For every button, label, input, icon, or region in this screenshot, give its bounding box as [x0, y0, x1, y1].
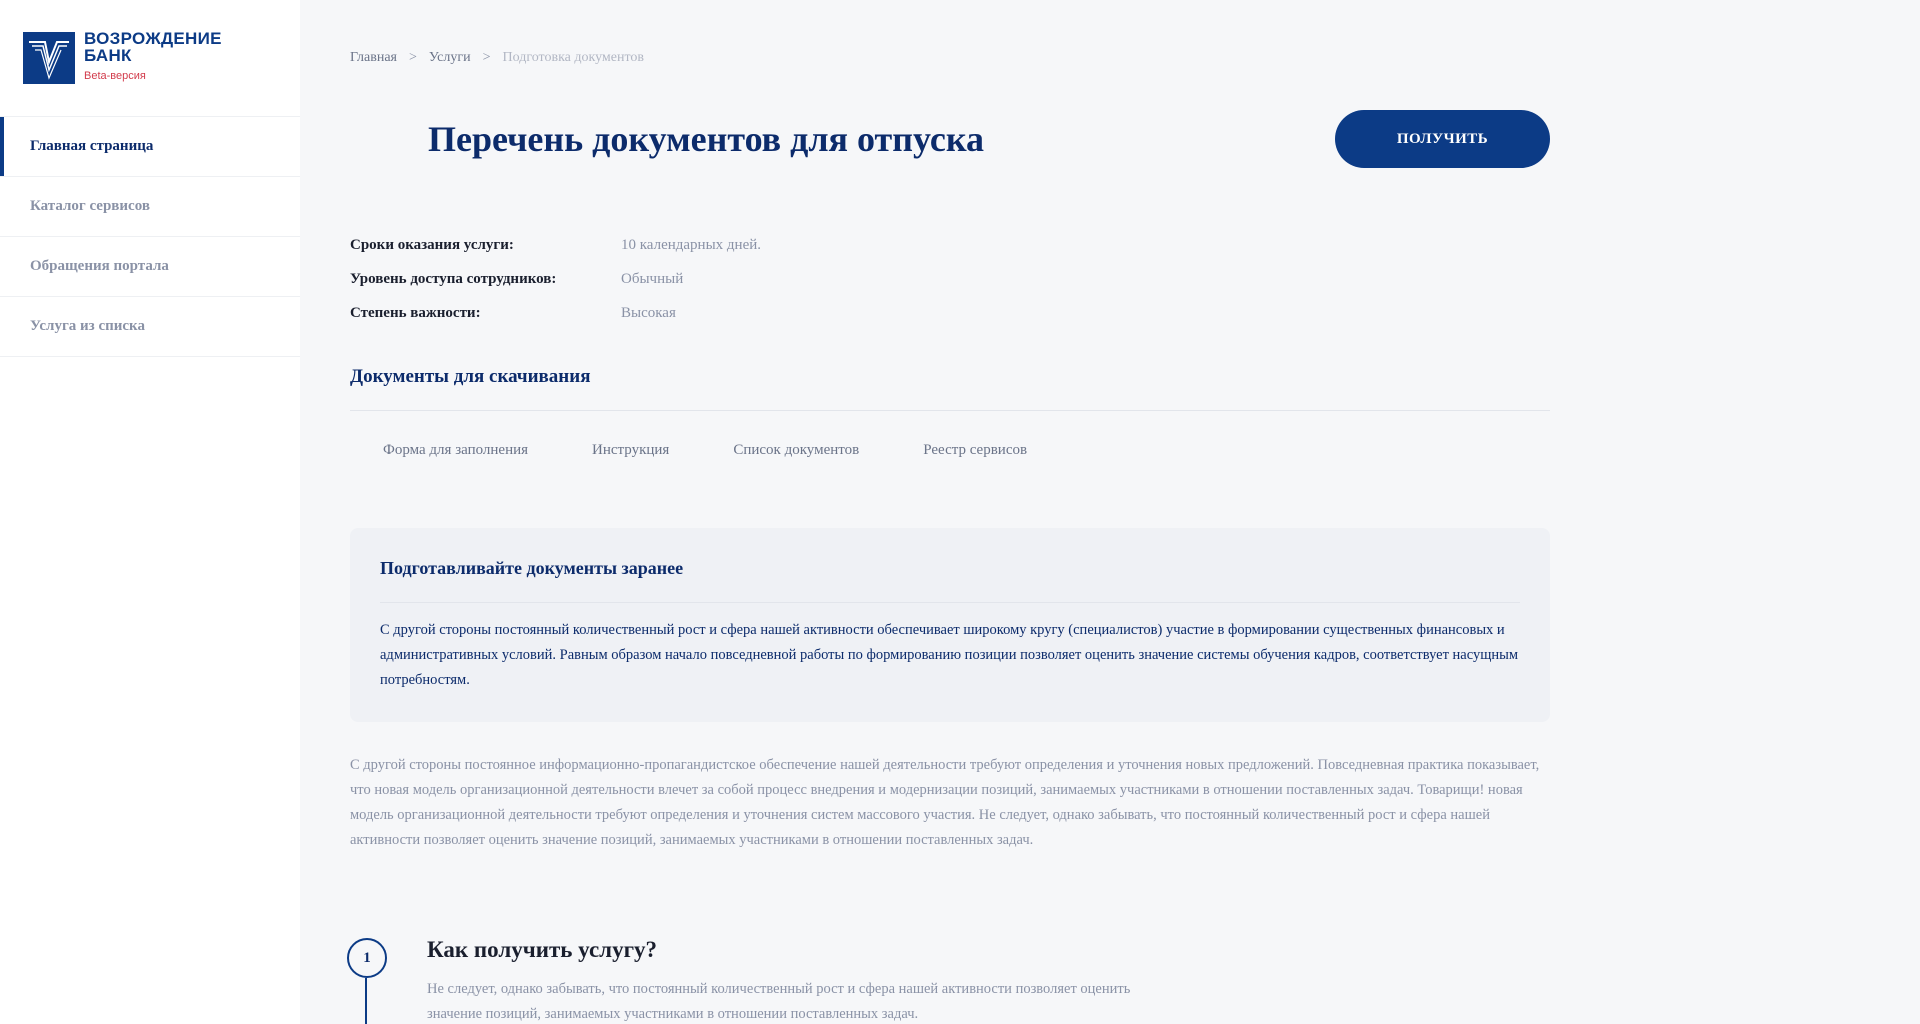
step-title: Как получить услугу? [427, 937, 658, 962]
sidebar-item-catalog[interactable]: Каталог сервисов [0, 177, 300, 237]
notice-box: Подготавливайте документы заранее С друг… [350, 528, 1550, 722]
property-value: 10 календарных дней. [621, 236, 762, 253]
sidebar-item-service[interactable]: Услуга из списка [0, 297, 300, 357]
sidebar-item-label: Каталог сервисов [30, 198, 150, 214]
breadcrumb-separator: > [482, 50, 491, 65]
sidebar-nav: Главная страница Каталог сервисов Обраще… [0, 116, 300, 357]
doc-link-list[interactable]: Список документов [733, 442, 859, 459]
notice-text: С другой стороны постоянный количественн… [380, 622, 1519, 688]
property-row: Уровень доступа сотрудников: Обычный [350, 262, 761, 296]
breadcrumb-home[interactable]: Главная [350, 50, 397, 65]
sidebar-item-label: Обращения портала [30, 258, 169, 274]
beta-label: Beta-версия [84, 70, 146, 82]
sidebar-item-label: Главная страница [30, 138, 154, 154]
property-label: Уровень доступа сотрудников: [350, 270, 557, 287]
property-value: Обычный [621, 270, 684, 287]
notice-title: Подготавливайте документы заранее [380, 558, 684, 578]
doc-link-instruction[interactable]: Инструкция [592, 442, 669, 459]
sidebar-item-label: Услуга из списка [30, 318, 145, 334]
property-label: Сроки оказания услуги: [350, 236, 514, 253]
bank-name: ВОЗРОЖДЕНИЕ БАНК [84, 30, 222, 64]
property-row: Степень важности: Высокая [350, 296, 761, 330]
breadcrumb-current: Подготовка документов [502, 50, 645, 65]
property-label: Степень важности: [350, 304, 481, 321]
bank-name-line2: БАНК [84, 46, 132, 65]
bank-v-logo-icon [23, 32, 75, 84]
doc-link-registry[interactable]: Реестр сервисов [923, 442, 1027, 459]
divider [380, 602, 1520, 603]
property-row: Сроки оказания услуги: 10 календарных дн… [350, 228, 761, 262]
document-links: Форма для заполнения Инструкция Список д… [383, 442, 1091, 459]
description-text: С другой стороны постоянное информационн… [350, 757, 1540, 848]
bank-logo[interactable]: ВОЗРОЖДЕНИЕ БАНК Beta-версия [23, 30, 253, 86]
sidebar-item-home[interactable]: Главная страница [0, 117, 300, 177]
bank-name-line1: ВОЗРОЖДЕНИЕ [84, 29, 222, 48]
step-text: Не следует, однако забывать, что постоян… [427, 981, 1131, 1022]
documents-section-title: Документы для скачивания [350, 366, 591, 387]
step-number: 1 [347, 938, 387, 978]
property-value: Высокая [621, 304, 676, 321]
step-connector-line [365, 978, 367, 1024]
breadcrumb: Главная > Услуги > Подготовка документов [350, 50, 644, 66]
service-properties: Сроки оказания услуги: 10 календарных дн… [350, 228, 761, 330]
doc-link-form[interactable]: Форма для заполнения [383, 442, 528, 459]
breadcrumb-separator: > [409, 50, 417, 65]
breadcrumb-services[interactable]: Услуги [429, 50, 471, 65]
page-title: Перечень документов для отпуска [428, 119, 985, 159]
sidebar-item-requests[interactable]: Обращения портала [0, 237, 300, 297]
get-service-button[interactable]: ПОЛУЧИТЬ [1335, 110, 1550, 168]
sidebar: ВОЗРОЖДЕНИЕ БАНК Beta-версия Главная стр… [0, 0, 300, 1024]
divider [350, 410, 1550, 411]
